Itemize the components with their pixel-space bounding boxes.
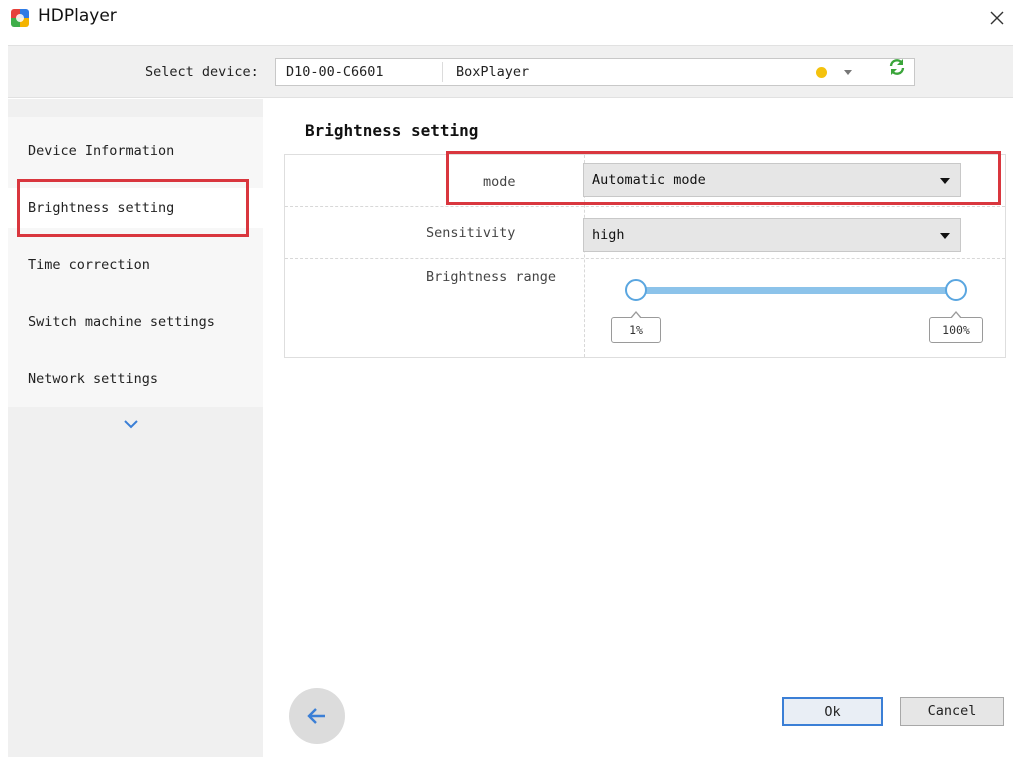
status-dot-icon xyxy=(816,67,827,78)
app-logo-icon xyxy=(11,9,29,27)
brightness-range-track[interactable] xyxy=(636,287,956,294)
select-device-label: Select device: xyxy=(145,64,259,80)
settings-sidebar: Device Information Brightness setting Ti… xyxy=(8,99,263,757)
arrow-left-icon xyxy=(307,708,325,724)
ok-button[interactable]: Ok xyxy=(782,697,883,726)
brightness-max-handle[interactable] xyxy=(945,279,967,301)
title-bar: HDPlayer xyxy=(0,0,1021,38)
cancel-button[interactable]: Cancel xyxy=(900,697,1004,726)
page-title: Brightness setting xyxy=(305,121,479,140)
sidebar-list: Device Information Brightness setting Ti… xyxy=(8,117,263,407)
sidebar-item-label: Network settings xyxy=(28,371,159,387)
sidebar-item-label: Device Information xyxy=(28,143,175,159)
sensitivity-label: Sensitivity xyxy=(426,225,516,241)
device-separator xyxy=(442,62,443,82)
brightness-min-handle[interactable] xyxy=(625,279,647,301)
close-icon[interactable] xyxy=(985,6,1009,30)
mode-caret-icon xyxy=(940,178,950,184)
sidebar-item-time-correction[interactable]: Time correction xyxy=(8,245,263,285)
sidebar-item-switch-machine-settings[interactable]: Switch machine settings xyxy=(8,302,263,342)
sidebar-item-label: Switch machine settings xyxy=(28,314,215,330)
mode-label: mode xyxy=(483,174,516,190)
mode-select[interactable]: Automatic mode xyxy=(583,163,961,197)
back-button[interactable] xyxy=(289,688,345,744)
device-name: BoxPlayer xyxy=(456,64,530,80)
brightness-min-tooltip: 1% xyxy=(611,311,661,343)
sidebar-item-brightness-setting[interactable]: Brightness setting xyxy=(8,188,263,228)
device-dropdown[interactable]: D10-00-C6601 BoxPlayer xyxy=(275,58,915,86)
device-id: D10-00-C6601 xyxy=(286,64,384,80)
sidebar-item-device-information[interactable]: Device Information xyxy=(8,131,263,171)
main-panel: Brightness setting mode Sensitivity Brig… xyxy=(263,99,1021,757)
device-select-bar: Select device: D10-00-C6601 BoxPlayer xyxy=(8,45,1013,98)
sidebar-item-label: Brightness setting xyxy=(28,200,175,216)
sensitivity-select[interactable]: high xyxy=(583,218,961,252)
refresh-icon[interactable] xyxy=(888,58,906,76)
sensitivity-caret-icon xyxy=(940,233,950,239)
brightness-range-label: Brightness range xyxy=(426,269,557,285)
sensitivity-select-value: high xyxy=(592,227,625,243)
dropdown-caret-icon[interactable] xyxy=(844,70,852,75)
sidebar-item-network-settings[interactable]: Network settings xyxy=(8,359,263,399)
sidebar-item-label: Time correction xyxy=(28,257,150,273)
brightness-max-tooltip: 100% xyxy=(929,311,983,343)
mode-select-value: Automatic mode xyxy=(592,172,706,188)
chevron-down-icon[interactable] xyxy=(123,417,139,429)
window-title: HDPlayer xyxy=(38,6,117,26)
